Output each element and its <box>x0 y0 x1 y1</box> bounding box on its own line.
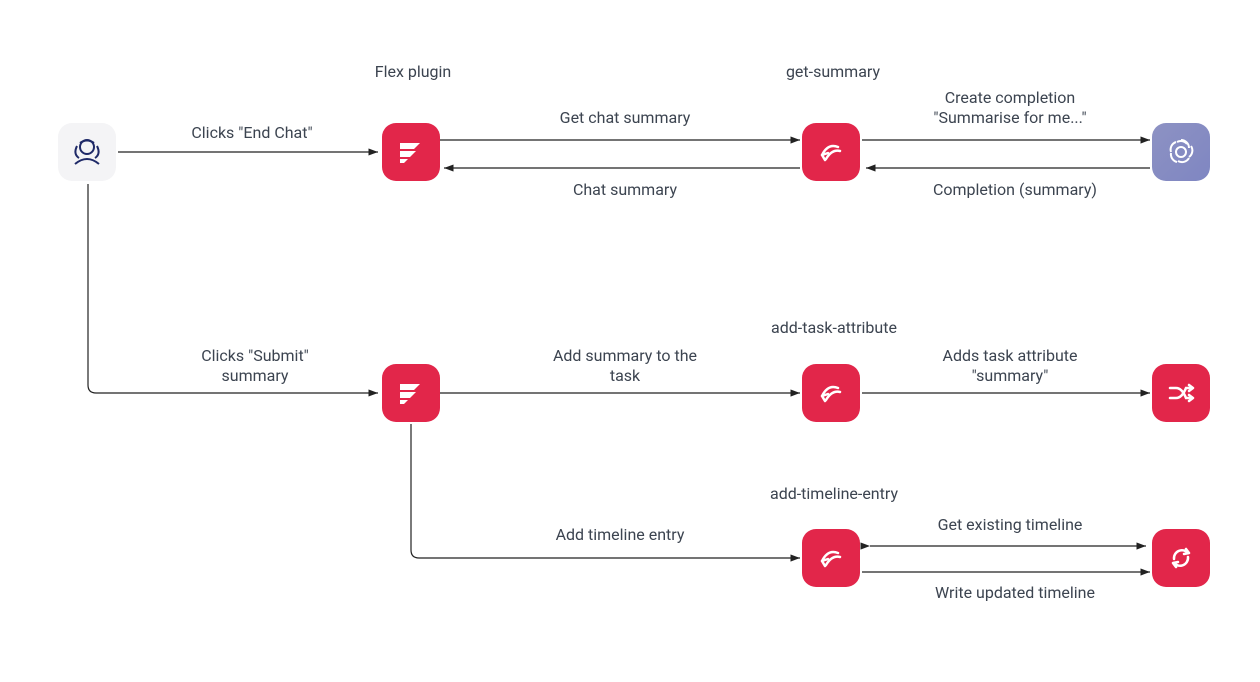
functions-icon <box>814 376 848 410</box>
shuffle-icon <box>1164 376 1198 410</box>
flex-plugin-icon <box>394 135 428 169</box>
router-node <box>1152 364 1210 422</box>
add-task-attribute-node <box>802 364 860 422</box>
functions-icon <box>814 135 848 169</box>
edge-chat-summary: Chat summary <box>560 180 690 200</box>
flex-plugin-icon <box>394 376 428 410</box>
edge-add-timeline-entry: Add timeline entry <box>530 525 710 545</box>
edge-add-summary-to-task: Add summary to the task <box>530 346 720 386</box>
edge-write-updated-timeline: Write updated timeline <box>910 583 1120 603</box>
agent-node <box>58 123 116 181</box>
agent-icon <box>67 132 107 172</box>
get-summary-node <box>802 123 860 181</box>
edge-completion-summary: Completion (summary) <box>910 180 1120 200</box>
edge-create-completion: Create completion "Summarise for me..." <box>905 88 1115 128</box>
edge-clicks-submit: Clicks "Submit" summary <box>160 346 350 386</box>
flex-plugin-node <box>382 123 440 181</box>
add-task-attribute-title: add-task-attribute <box>764 318 904 338</box>
add-timeline-entry-node <box>802 529 860 587</box>
functions-icon <box>814 541 848 575</box>
flex-plugin-node-2 <box>382 364 440 422</box>
openai-node <box>1152 123 1210 181</box>
openai-icon <box>1161 132 1201 172</box>
edge-get-existing-timeline: Get existing timeline <box>910 515 1110 535</box>
flex-plugin-title: Flex plugin <box>370 62 456 82</box>
edge-clicks-end-chat: Clicks "End Chat" <box>152 123 352 143</box>
sync-icon <box>1164 541 1198 575</box>
edge-adds-task-attribute: Adds task attribute "summary" <box>910 346 1110 386</box>
add-timeline-entry-title: add-timeline-entry <box>764 484 904 504</box>
edge-get-chat-summary: Get chat summary <box>540 108 710 128</box>
get-summary-title: get-summary <box>778 62 888 82</box>
sync-node <box>1152 529 1210 587</box>
